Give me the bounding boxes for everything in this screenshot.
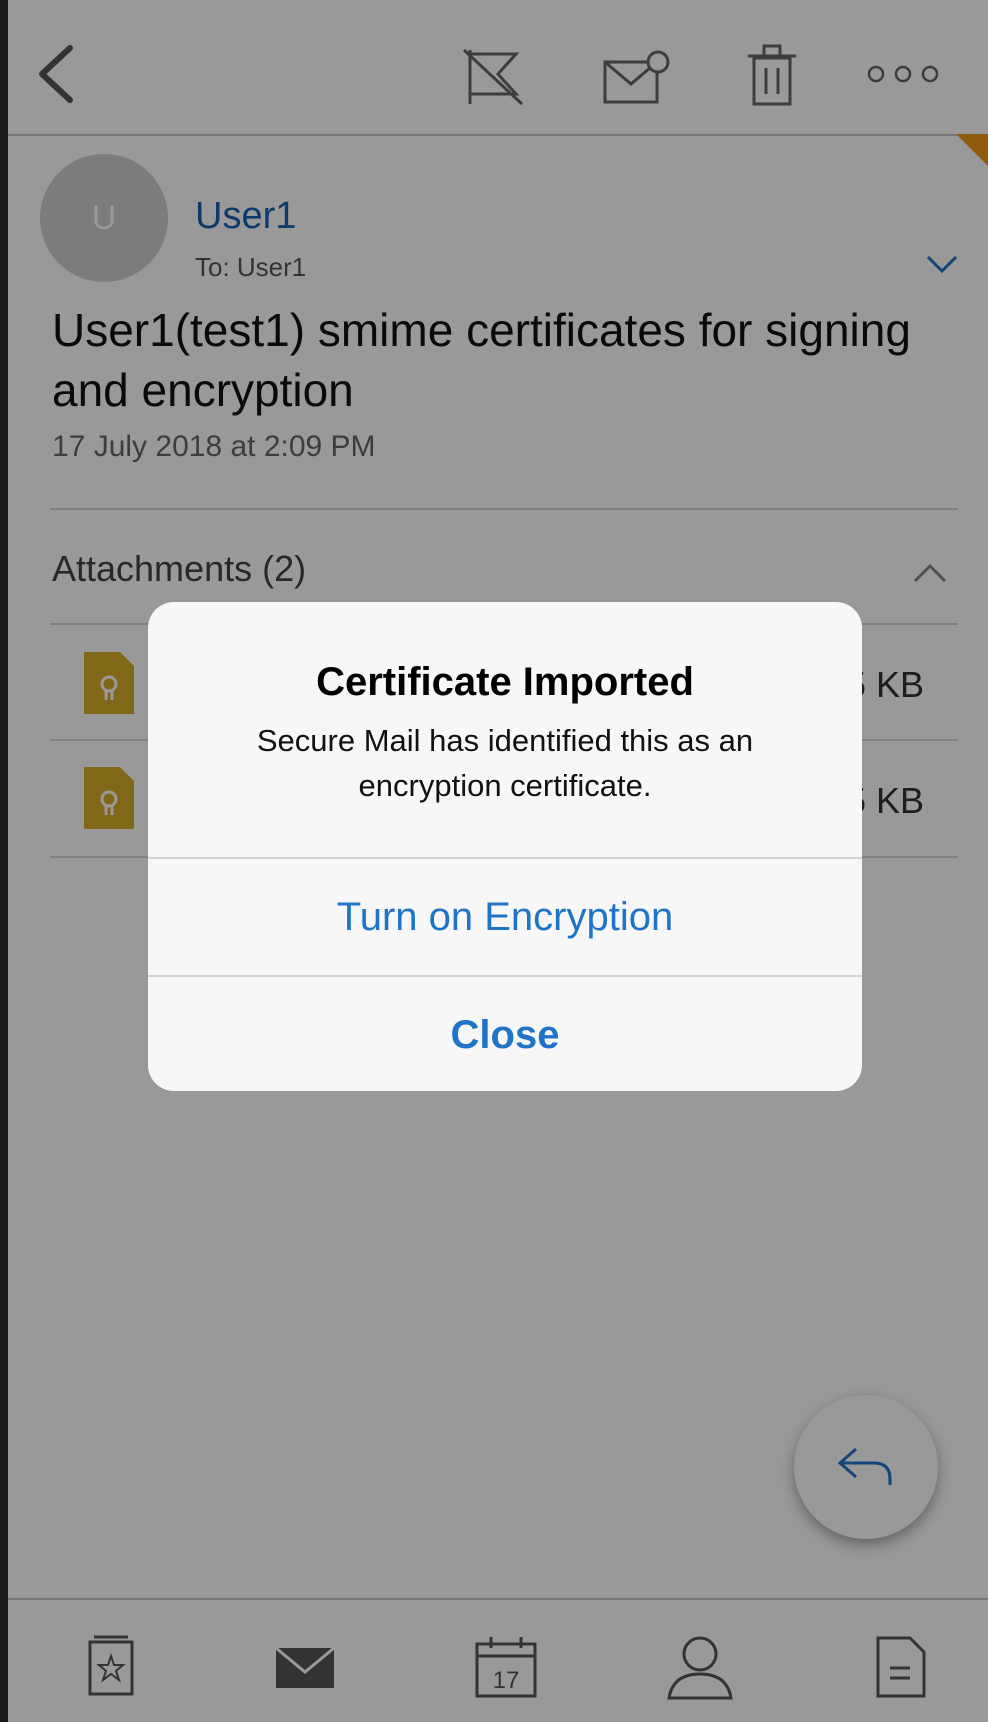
turn-on-encryption-button[interactable]: Turn on Encryption [148, 859, 862, 975]
alert-message: Secure Mail has identified this as an en… [256, 723, 754, 803]
certificate-alert-dialog: Certificate Imported Secure Mail has ide… [148, 602, 862, 1091]
alert-title: Certificate Imported [316, 660, 694, 704]
close-button[interactable]: Close [148, 977, 862, 1091]
